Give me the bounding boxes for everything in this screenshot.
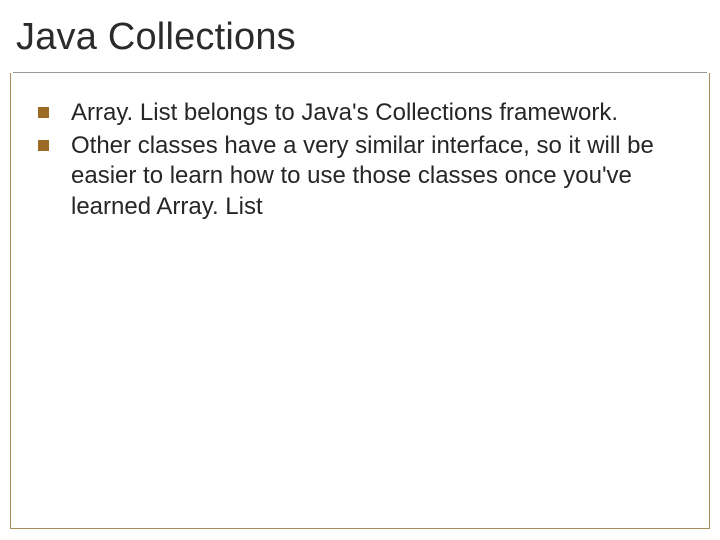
bullet-text: Other classes have a very similar interf… [71, 131, 682, 223]
bullet-text: Array. List belongs to Java's Collection… [71, 98, 618, 129]
slide: Java Collections Array. List belongs to … [0, 0, 720, 540]
slide-body: Array. List belongs to Java's Collection… [38, 98, 682, 225]
slide-border [10, 11, 710, 529]
bullet-square-icon [38, 107, 49, 118]
list-item: Array. List belongs to Java's Collection… [38, 98, 682, 129]
title-underline [13, 72, 707, 73]
list-item: Other classes have a very similar interf… [38, 131, 682, 223]
bullet-square-icon [38, 140, 49, 151]
slide-title: Java Collections [16, 16, 704, 59]
title-area: Java Collections [0, 0, 720, 73]
